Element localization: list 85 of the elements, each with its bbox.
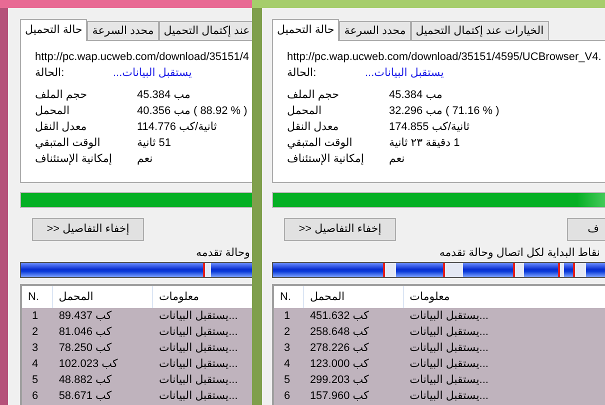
table-cell-text: 1 bbox=[31, 308, 40, 324]
table-cell-text: 81.046 كب bbox=[58, 324, 113, 340]
table-cell-text: 451.632 كب bbox=[308, 308, 370, 324]
detail-label: حجم الملف bbox=[35, 88, 88, 103]
connection-segment bbox=[512, 263, 524, 277]
detail-value: ثانية/كب 174.855 bbox=[389, 120, 470, 135]
table-cell-text: يستقبل البيانات... bbox=[158, 388, 239, 404]
table-cell-text: 258.648 كب bbox=[308, 324, 370, 340]
table-cell-text: 5 bbox=[283, 372, 292, 388]
connection-segment bbox=[382, 263, 396, 277]
table-cell-text: 299.203 كب bbox=[308, 372, 370, 388]
tab[interactable]: حالة التحميل bbox=[20, 19, 88, 41]
detail-value: مب 45.384 bbox=[389, 88, 442, 103]
button[interactable]: ف bbox=[567, 218, 605, 241]
table-cell-text: يستقبل البيانات... bbox=[408, 340, 490, 356]
table-cell-text: يستقبل البيانات... bbox=[408, 388, 490, 404]
table-cell-text: 278.226 كب bbox=[308, 340, 370, 356]
detail-value: ( % 71.16 ) مب 32.296 bbox=[389, 104, 500, 119]
hide-details-button[interactable]: إخفاء التفاصيل << bbox=[32, 218, 144, 241]
table-cell-text: 6 bbox=[283, 388, 292, 404]
tab[interactable]: محدد السرعة bbox=[339, 21, 411, 40]
column-header[interactable]: N. bbox=[22, 286, 53, 308]
status-label: الحالة: bbox=[35, 66, 66, 81]
table-cell-text: 157.960 كب bbox=[308, 388, 370, 404]
detail-value: ثانية/كب 114.776 bbox=[137, 120, 217, 135]
table-cell-text: 3 bbox=[31, 340, 40, 356]
table-cell-text: 1 bbox=[283, 308, 292, 324]
table-cell-text: 2 bbox=[283, 324, 292, 340]
table-cell-text: 3 bbox=[283, 340, 292, 356]
column-header[interactable]: N. bbox=[274, 286, 304, 308]
table-cell-text: يستقبل البيانات... bbox=[158, 372, 239, 388]
table-cell-text: 58.671 كب bbox=[58, 388, 113, 404]
table-cell-text: 5 bbox=[31, 372, 40, 388]
table-cell-text: يستقبل البيانات... bbox=[158, 324, 239, 340]
detail-label: إمكانية الإستئناف bbox=[35, 152, 113, 167]
detail-value: نعم bbox=[389, 152, 405, 167]
connections-label: نقاط البداية لكل اتصال وحالة تقدمه bbox=[439, 246, 600, 260]
column-header[interactable]: معلومات bbox=[404, 286, 605, 308]
table-cell-text: يستقبل البيانات... bbox=[408, 356, 490, 372]
status-label: الحالة: bbox=[287, 66, 318, 81]
column-header[interactable]: المحمل bbox=[52, 286, 153, 308]
table-cell-text: 6 bbox=[31, 388, 40, 404]
table-cell-text: يستقبل البيانات... bbox=[408, 372, 490, 388]
table-cell-text: يستقبل البيانات... bbox=[408, 308, 490, 324]
table-cell-text: 102.023 كب bbox=[58, 356, 119, 372]
detail-value: ( % 88.92 ) مب 40.356 bbox=[137, 104, 248, 119]
detail-label: المحمل bbox=[35, 104, 71, 119]
connections-label: وحالة تقدمه bbox=[196, 246, 250, 260]
detail-value: 51 ثانية bbox=[137, 136, 171, 151]
detail-label: الوقت المتبقي bbox=[35, 136, 102, 151]
column-header[interactable]: المحمل bbox=[304, 286, 404, 308]
tab[interactable]: الخيارات عند إكتمال التحميل bbox=[410, 21, 549, 40]
connection-segment bbox=[202, 263, 211, 277]
tab[interactable]: حالة التحميل bbox=[272, 19, 340, 41]
detail-label: المحمل bbox=[287, 104, 323, 119]
detail-label: حجم الملف bbox=[287, 88, 340, 103]
connection-segment bbox=[442, 263, 463, 277]
tab[interactable]: عند إكتمال التحميل bbox=[158, 21, 252, 40]
detail-label: إمكانية الإستئناف bbox=[287, 152, 365, 167]
detail-value: مب 45.384 bbox=[137, 88, 190, 103]
status-value: يستقبل البيانات... bbox=[365, 66, 444, 81]
detail-label: الوقت المتبقي bbox=[287, 136, 354, 151]
hide-details-button[interactable]: إخفاء التفاصيل << bbox=[284, 218, 396, 241]
table-cell-text: 4 bbox=[283, 356, 292, 372]
table-cell-text: 123.000 كب bbox=[308, 356, 370, 372]
detail-label: معدل النقل bbox=[35, 120, 88, 135]
table-cell-text: يستقبل البيانات... bbox=[408, 324, 490, 340]
url-text: http://pc.wap.ucweb.com/download/35151/4595/UCBrowser_V4. bbox=[287, 50, 602, 65]
table-cell-text: 78.250 كب bbox=[58, 340, 113, 356]
column-header[interactable]: معلومات bbox=[152, 286, 252, 308]
connection-segment bbox=[572, 263, 586, 277]
detail-value: نعم bbox=[137, 152, 153, 167]
table-cell-text: 2 bbox=[31, 324, 40, 340]
url-text: http://pc.wap.ucweb.com/download/35151/4 bbox=[35, 50, 250, 65]
detail-value: 1 دقيقة ٢٣ ثانية bbox=[389, 136, 460, 151]
status-value: يستقبل البيانات... bbox=[113, 66, 192, 81]
connection-segment bbox=[558, 263, 564, 277]
table-cell-text: يستقبل البيانات... bbox=[158, 340, 239, 356]
tab[interactable]: محدد السرعة bbox=[87, 21, 159, 40]
table-cell-text: 89.437 كب bbox=[58, 308, 113, 324]
table-cell-text: 48.882 كب bbox=[58, 372, 113, 388]
table-cell-text: يستقبل البيانات... bbox=[158, 308, 239, 324]
detail-label: معدل النقل bbox=[287, 120, 340, 135]
table-cell-text: 4 bbox=[31, 356, 40, 372]
table-cell-text: يستقبل البيانات... bbox=[158, 356, 239, 372]
